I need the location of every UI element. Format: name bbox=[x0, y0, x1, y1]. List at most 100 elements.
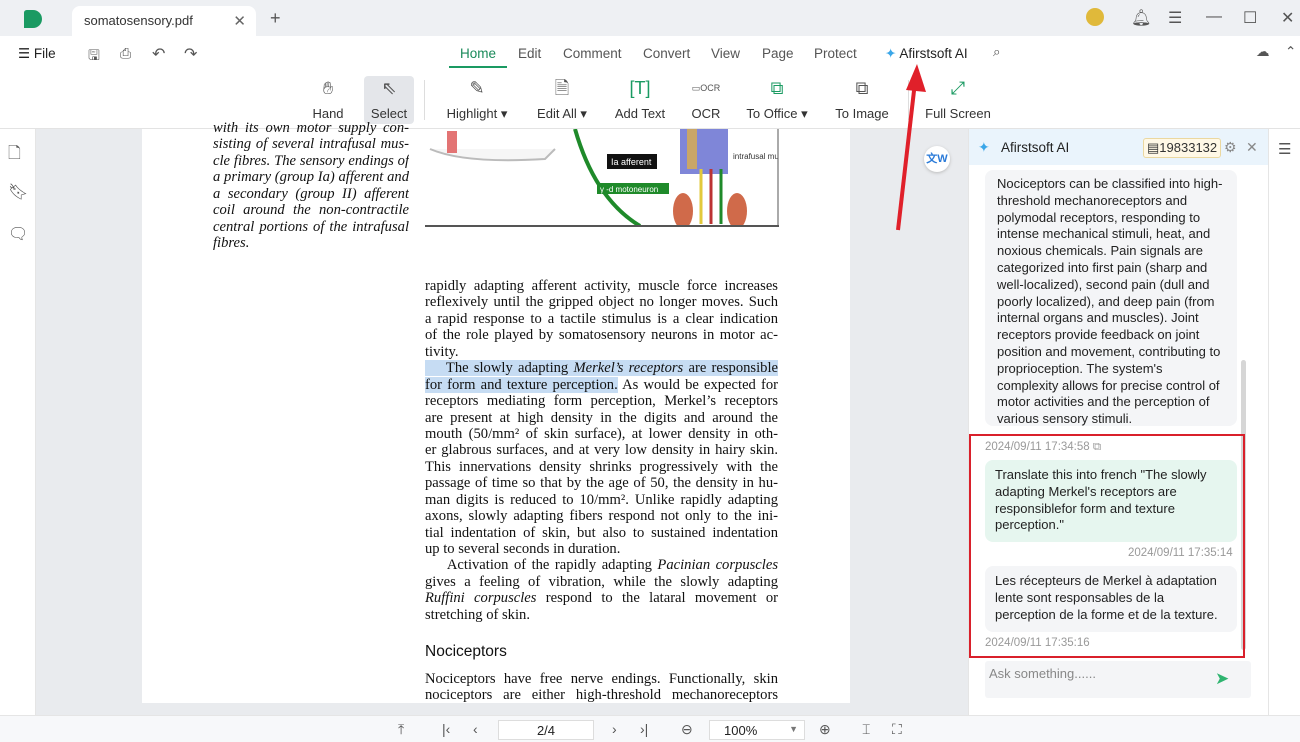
right-sidebar bbox=[1268, 129, 1300, 715]
fit-width-icon[interactable]: ⌶ bbox=[862, 721, 870, 738]
menu-icon[interactable]: ☰ bbox=[1168, 8, 1182, 28]
close-panel-icon[interactable]: ✕ bbox=[1246, 139, 1258, 156]
file-menu[interactable]: ☰ File bbox=[18, 46, 56, 62]
collapse-ribbon-icon[interactable]: ⌃ bbox=[1285, 44, 1296, 60]
text-line: nociceptors are either high-threshold me… bbox=[425, 687, 778, 703]
credits-count: 19833132 bbox=[1159, 140, 1218, 155]
fullscreen-icon: ⤢ bbox=[950, 78, 966, 98]
add-text-tool[interactable]: [T] Add Text bbox=[610, 76, 670, 124]
send-icon[interactable]: ➤ bbox=[1215, 669, 1229, 689]
tab-title: somatosensory.pdf bbox=[84, 13, 193, 28]
left-column-text[interactable]: with its own motor supply con-sisting of… bbox=[213, 120, 409, 252]
edit-all-label: Edit All bbox=[537, 106, 577, 121]
document-tab[interactable]: somatosensory.pdf ✕ bbox=[72, 6, 256, 36]
cloud-icon[interactable]: ☁ bbox=[1256, 44, 1270, 60]
page-input[interactable]: 2/4 bbox=[498, 720, 594, 740]
sparkle-icon: ✦ bbox=[885, 46, 897, 61]
bookmark-icon[interactable]: 🔖︎ bbox=[8, 182, 28, 202]
prev-page-icon[interactable]: ‹ bbox=[473, 721, 478, 737]
print-icon[interactable]: ⎙ bbox=[120, 45, 131, 62]
search-icon[interactable]: ⌕ bbox=[993, 44, 1001, 60]
text-line: sisting of several intrafusal mus- bbox=[213, 136, 409, 153]
add-text-icon: [T] bbox=[629, 78, 651, 98]
avatar[interactable] bbox=[1086, 8, 1104, 26]
full-screen-label: Full Screen bbox=[925, 106, 991, 121]
text-segment: Pacinian corpuscles bbox=[657, 557, 778, 574]
text-line: man digits is reduced to 10/mm². Unlike … bbox=[425, 492, 778, 508]
undo-icon[interactable]: ↶ bbox=[152, 44, 165, 64]
last-page-icon[interactable]: ›| bbox=[640, 721, 648, 737]
tab-convert[interactable]: Convert bbox=[643, 46, 690, 61]
text-line: cle fibres. The sensory endings of bbox=[213, 152, 409, 169]
text-line: tivity. bbox=[425, 344, 778, 360]
tab-protect[interactable]: Protect bbox=[814, 46, 857, 61]
muscle-spindle-diagram: Ia afferent γ -d motoneuron intrafusal m… bbox=[425, 128, 815, 229]
select-tool[interactable]: ⇖ Select bbox=[364, 76, 414, 124]
add-text-label: Add Text bbox=[614, 106, 666, 121]
message-timestamp: 2024/09/11 17:34:58 ⧉ bbox=[985, 441, 1102, 453]
text-line: a secondary (group II) afferent bbox=[213, 185, 409, 202]
text-line: up to several seconds in duration. bbox=[425, 541, 778, 557]
main-column-text[interactable]: rapidly adapting afferent activity, musc… bbox=[425, 278, 778, 623]
ocr-icon: ▭OCR bbox=[691, 83, 721, 93]
tab-view[interactable]: View bbox=[711, 46, 740, 61]
tab-page[interactable]: Page bbox=[762, 46, 794, 61]
credits-badge[interactable]: ▤19833132 bbox=[1143, 138, 1222, 158]
text-line: of the role played by somatosensory neur… bbox=[425, 327, 778, 343]
zoom-in-icon[interactable]: ⊕ bbox=[819, 721, 831, 738]
copy-icon[interactable]: ⧉ bbox=[1093, 441, 1101, 453]
text-segment: reflexively until the gripped object no … bbox=[425, 294, 778, 311]
settings-icon[interactable]: ⚙ bbox=[1224, 139, 1237, 156]
close-window-icon[interactable]: ✕ bbox=[1281, 8, 1294, 28]
bell-icon[interactable]: 🔔︎ bbox=[1131, 8, 1151, 28]
text-line: with its own motor supply con- bbox=[213, 120, 409, 136]
next-page-icon[interactable]: › bbox=[612, 721, 617, 737]
text-line: Activation of the rapidly adapting Pacin… bbox=[425, 557, 778, 573]
previous-ai-message: Nociceptors can be classified into high-… bbox=[985, 170, 1237, 426]
maximize-icon[interactable]: ☐ bbox=[1243, 8, 1257, 28]
tab-edit[interactable]: Edit bbox=[518, 46, 541, 61]
zoom-select[interactable]: 100% ▼ bbox=[709, 720, 805, 740]
hand-tool[interactable]: ✋︎ Hand bbox=[304, 76, 352, 124]
text-line: Ruffini corpuscles respond to the latara… bbox=[425, 590, 778, 606]
new-tab-icon[interactable]: + bbox=[270, 8, 281, 29]
select-label: Select bbox=[370, 106, 408, 121]
text-segment: stretching of skin. bbox=[425, 606, 530, 623]
text-line: fibres. bbox=[213, 235, 250, 252]
text-segment: are present at high density in the digit… bbox=[425, 409, 778, 426]
close-tab-icon[interactable]: ✕ bbox=[233, 12, 246, 30]
word-icon: ⧉ bbox=[770, 78, 784, 98]
minimize-icon[interactable]: — bbox=[1206, 8, 1222, 26]
text-segment: axons, slowly adapting fibers respond no… bbox=[425, 508, 778, 525]
thumbnails-icon[interactable]: 🗋 bbox=[8, 142, 21, 169]
ask-input[interactable]: Ask something...... ➤ bbox=[985, 661, 1251, 698]
text-line: central portions of the intrafusal bbox=[213, 218, 409, 235]
text-segment: Activation of the rapidly adapting bbox=[425, 557, 658, 574]
section-text[interactable]: Nociceptors have free nerve endings. Fun… bbox=[425, 671, 778, 703]
figure: Ia afferent γ -d motoneuron intrafusal m… bbox=[425, 128, 815, 229]
text-line: a rapid response to a tactile stimulus i… bbox=[425, 311, 778, 327]
message-timestamp: 2024/09/11 17:35:16 bbox=[985, 637, 1090, 649]
tab-comment[interactable]: Comment bbox=[563, 46, 622, 61]
text-segment: er glabrous surfaces, and at very low de… bbox=[425, 442, 778, 459]
to-office-label: To Office bbox=[746, 106, 798, 121]
cursor-icon: ⇖ bbox=[381, 78, 397, 98]
full-screen-tool[interactable]: ⤢ Full Screen bbox=[922, 76, 994, 124]
text-segment: tial indentation of skin, but also to su… bbox=[425, 524, 778, 541]
text-line: axons, slowly adapting fibers respond no… bbox=[425, 508, 778, 524]
comment-icon[interactable]: 🗨 bbox=[8, 224, 28, 244]
ocr-tool[interactable]: ▭OCR OCR bbox=[686, 76, 726, 124]
app-logo bbox=[24, 10, 42, 28]
fit-page-icon[interactable]: ⛶ bbox=[892, 721, 902, 738]
redo-icon[interactable]: ↷ bbox=[184, 44, 197, 64]
text-segment: mouth (50/mm² of skin surface), at lower… bbox=[425, 425, 778, 442]
properties-icon[interactable]: ☰ bbox=[1278, 140, 1291, 158]
first-page-icon[interactable]: |‹ bbox=[442, 721, 450, 737]
save-icon[interactable]: 🖫 bbox=[88, 45, 100, 69]
tab-home[interactable]: Home bbox=[460, 46, 496, 61]
highlight-tool[interactable]: ✎ Highlight ▾ bbox=[440, 76, 514, 124]
scroll-top-icon[interactable]: ⤒ bbox=[398, 721, 404, 738]
to-office-tool[interactable]: ⧉ To Office ▾ bbox=[742, 76, 812, 124]
zoom-out-icon[interactable]: ⊖ bbox=[681, 721, 693, 738]
edit-all-tool[interactable]: 🗎 Edit All ▾ bbox=[532, 76, 592, 124]
